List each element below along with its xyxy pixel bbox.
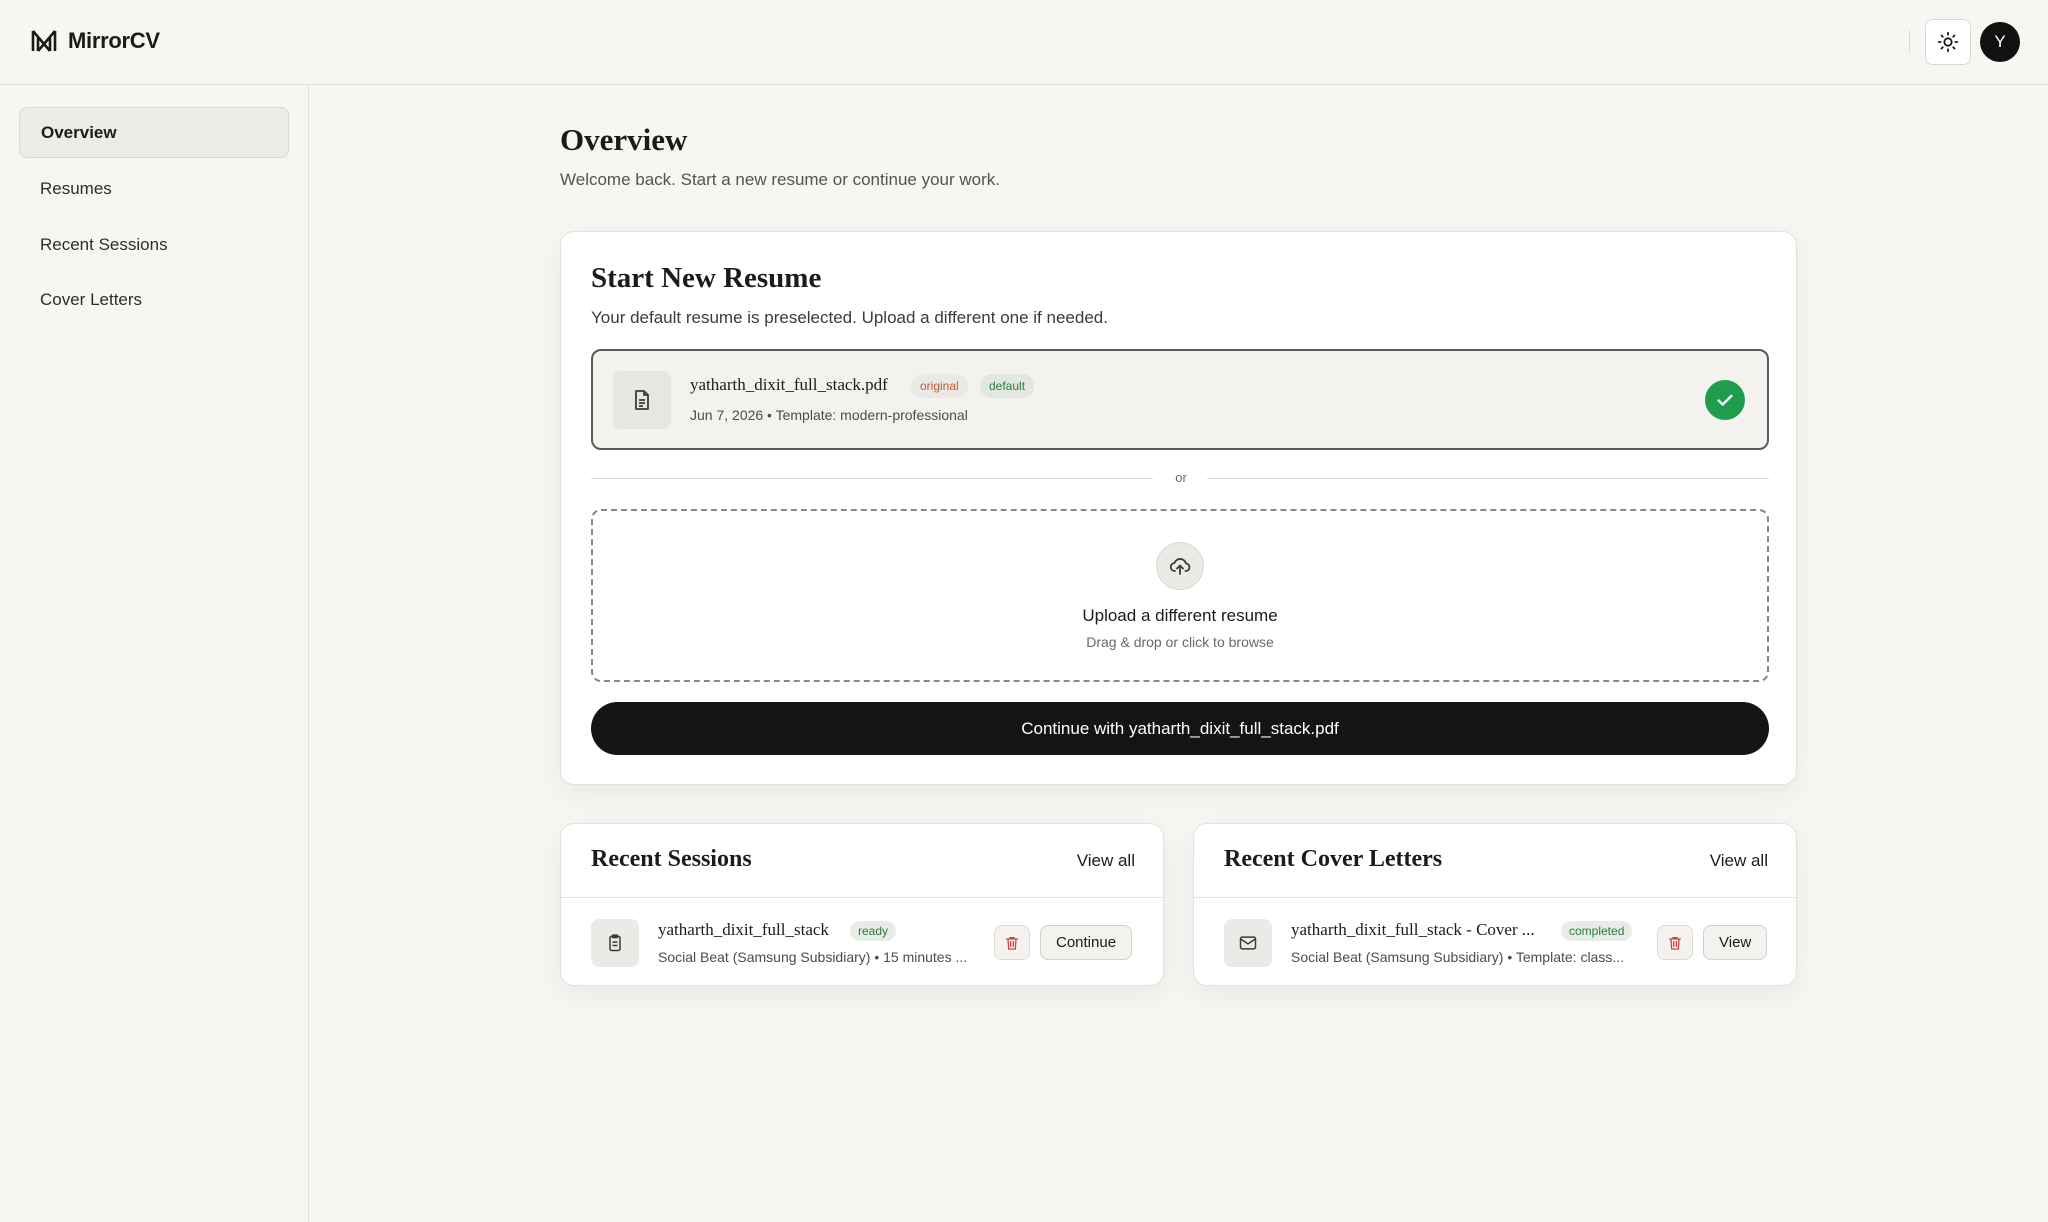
original-badge: original (911, 374, 968, 398)
clipboard-icon (591, 919, 639, 967)
sidebar-item-resumes[interactable]: Resumes (19, 163, 289, 214)
user-avatar[interactable]: Y (1980, 22, 2020, 62)
recent-cover-letters-card: Recent Cover Letters View all yatharth_d… (1193, 823, 1797, 986)
page-subtitle: Welcome back. Start a new resume or cont… (560, 170, 1000, 189)
sidebar: Overview Resumes Recent Sessions Cover L… (0, 86, 309, 1222)
view-all-sessions-link[interactable]: View all (1077, 851, 1135, 871)
app-name: MirrorCV (68, 28, 160, 53)
upload-title: Upload a different resume (1082, 606, 1278, 625)
file-name: yatharth_dixit_full_stack.pdf (690, 375, 888, 394)
card-title: Recent Cover Letters (1224, 846, 1443, 872)
trash-icon (1669, 936, 1681, 950)
sidebar-item-recent-sessions[interactable]: Recent Sessions (19, 219, 289, 270)
continue-button[interactable]: Continue with yatharth_dixit_full_stack.… (591, 702, 1769, 755)
start-new-resume-card: Start New Resume Your default resume is … (560, 231, 1797, 785)
mirror-logo-icon (31, 30, 57, 52)
page-title: Overview (560, 122, 688, 157)
session-meta: Social Beat (Samsung Subsidiary) • 15 mi… (658, 949, 968, 965)
cover-letter-title: yatharth_dixit_full_stack - Cover ... (1291, 920, 1535, 939)
sun-icon (1937, 31, 1959, 53)
trash-icon (1006, 936, 1018, 950)
mail-icon (1224, 919, 1272, 967)
brand[interactable]: MirrorCV (30, 27, 160, 55)
card-subtitle: Your default resume is preselected. Uplo… (591, 308, 1108, 327)
theme-toggle-button[interactable] (1925, 19, 1971, 65)
status-badge: ready (850, 921, 897, 941)
view-cover-letter-button[interactable]: View (1703, 925, 1768, 960)
upload-dropzone[interactable]: Upload a different resume Drag & drop or… (591, 509, 1769, 682)
continue-session-button[interactable]: Continue (1040, 925, 1133, 960)
view-all-cover-letters-link[interactable]: View all (1710, 851, 1768, 871)
file-meta: Jun 7, 2026 • Template: modern-professio… (690, 407, 968, 423)
divider-right (1207, 478, 1769, 479)
header-divider (1909, 30, 1910, 54)
cover-letter-meta: Social Beat (Samsung Subsidiary) • Templ… (1291, 949, 1625, 965)
cloud-upload-icon (1156, 542, 1204, 590)
selected-resume-option[interactable]: yatharth_dixit_full_stack.pdf original d… (591, 349, 1769, 450)
status-badge: completed (1561, 921, 1633, 941)
sidebar-item-cover-letters[interactable]: Cover Letters (19, 274, 289, 325)
card-title: Start New Resume (591, 262, 822, 294)
delete-session-button[interactable] (994, 925, 1030, 960)
upload-subtitle: Drag & drop or click to browse (1086, 634, 1274, 650)
file-icon (613, 371, 671, 429)
check-icon (1705, 380, 1745, 420)
default-badge: default (980, 374, 1035, 398)
recent-sessions-card: Recent Sessions View all yatharth_dixit_… (560, 823, 1164, 986)
sidebar-item-overview[interactable]: Overview (19, 107, 289, 158)
card-header: Recent Cover Letters View all (1194, 824, 1796, 898)
session-title: yatharth_dixit_full_stack (658, 920, 829, 939)
card-title: Recent Sessions (591, 846, 752, 872)
card-header: Recent Sessions View all (561, 824, 1163, 898)
top-bar: MirrorCV Y (0, 0, 2048, 85)
divider-left (591, 478, 1153, 479)
divider-or-text: or (1175, 470, 1187, 485)
delete-cover-letter-button[interactable] (1657, 925, 1693, 960)
